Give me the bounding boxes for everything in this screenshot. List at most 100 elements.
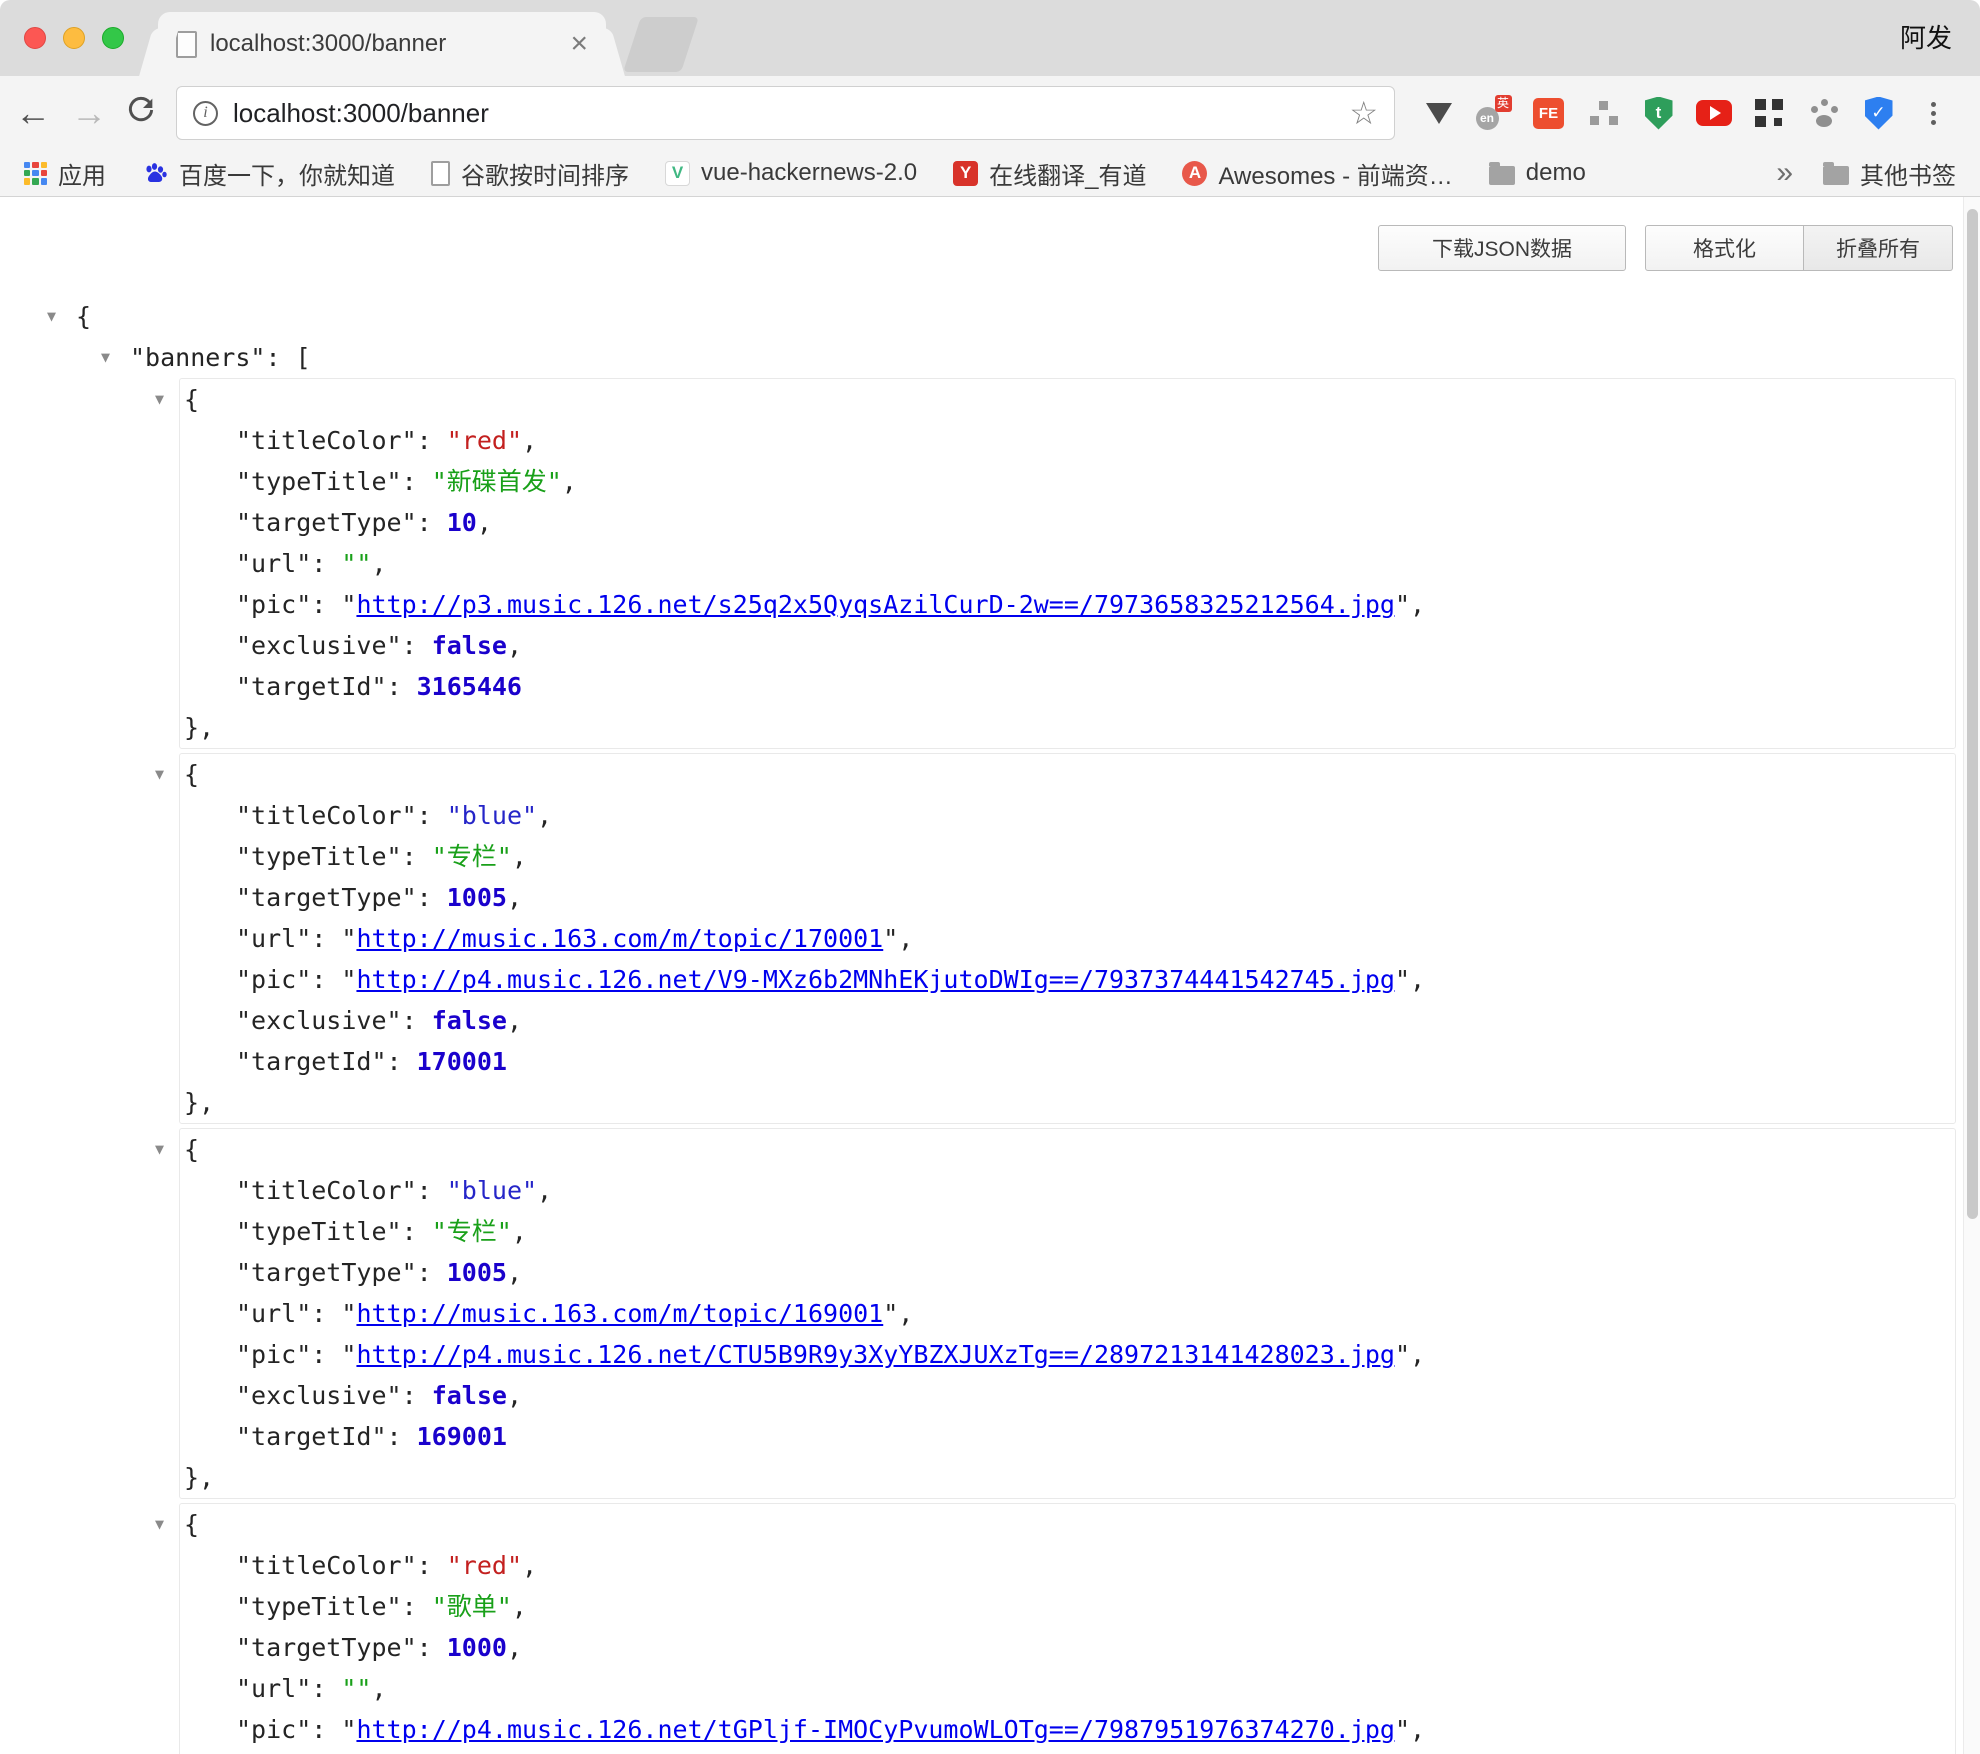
- json-key: "exclusive": [236, 1006, 402, 1035]
- json-punctuation: ": [1395, 590, 1410, 619]
- json-punctuation: :: [402, 467, 432, 496]
- json-punctuation: :: [311, 1715, 341, 1744]
- json-punctuation: :: [387, 672, 417, 701]
- navigation-toolbar: ← → i localhost:3000/banner ☆ en 英 FE t: [0, 76, 1980, 150]
- minimize-window-button[interactable]: [63, 27, 85, 49]
- json-value: 1005: [447, 883, 507, 912]
- dark-triangle-extension-icon[interactable]: [1411, 76, 1466, 150]
- download-json-button[interactable]: 下载JSON数据: [1378, 225, 1626, 271]
- back-button[interactable]: ←: [10, 95, 56, 131]
- collapse-toggle-icon[interactable]: ▼: [47, 296, 56, 337]
- json-line: "url": "",: [180, 543, 1955, 584]
- vertical-scrollbar[interactable]: [1963, 197, 1980, 1754]
- json-key: "pic": [236, 590, 311, 619]
- json-value: 10: [447, 508, 477, 537]
- reload-icon[interactable]: [118, 94, 164, 132]
- json-line: ▼{: [180, 1504, 1955, 1545]
- profile-name[interactable]: 阿发: [1900, 0, 1952, 76]
- bookmark-vue-hackernews[interactable]: V vue-hackernews-2.0: [665, 159, 917, 187]
- json-punctuation: ,: [1410, 1340, 1425, 1369]
- collapse-toggle-icon[interactable]: ▼: [155, 379, 164, 420]
- collapse-all-button[interactable]: 折叠所有: [1804, 225, 1953, 271]
- bookmark-baidu[interactable]: 百度一下，你就知道: [142, 156, 395, 191]
- url-text[interactable]: localhost:3000/banner: [233, 98, 1349, 129]
- json-punctuation: :: [387, 1047, 417, 1076]
- bookmark-apps[interactable]: 应用: [24, 156, 106, 191]
- json-punctuation: ": [1395, 965, 1410, 994]
- json-value: false: [432, 631, 507, 660]
- json-punctuation: :: [417, 426, 447, 455]
- json-line: "url": "http://music.163.com/m/topic/169…: [180, 1293, 1955, 1334]
- apps-grid-icon: [24, 162, 47, 185]
- json-url-link[interactable]: http://p3.music.126.net/s25q2x5QyqsAzilC…: [356, 590, 1395, 619]
- json-key: "typeTitle": [236, 1592, 402, 1621]
- json-punctuation: :: [311, 1674, 341, 1703]
- qrcode-extension-icon[interactable]: [1741, 76, 1796, 150]
- scrollbar-thumb[interactable]: [1967, 209, 1978, 1219]
- json-key: "titleColor": [236, 1176, 417, 1205]
- bookmark-awesomes[interactable]: A Awesomes - 前端资…: [1182, 156, 1452, 191]
- json-key: "url": [236, 1674, 311, 1703]
- youtube-extension-icon[interactable]: [1686, 76, 1741, 150]
- json-punctuation: ,: [522, 426, 537, 455]
- page-icon: [431, 161, 450, 186]
- forward-button[interactable]: →: [66, 95, 112, 131]
- json-punctuation: ,: [507, 883, 522, 912]
- collapse-toggle-icon[interactable]: ▼: [155, 754, 164, 795]
- json-value: "blue": [447, 1176, 537, 1205]
- page-info-icon[interactable]: i: [193, 101, 218, 126]
- bookmarks-overflow-chevron[interactable]: »: [1776, 156, 1793, 190]
- collapse-toggle-icon[interactable]: ▼: [155, 1129, 164, 1170]
- json-punctuation: :: [402, 1006, 432, 1035]
- json-punctuation: :: [311, 924, 341, 953]
- json-key: "targetId": [236, 672, 387, 701]
- paw-extension-icon[interactable]: [1796, 76, 1851, 150]
- other-bookmarks[interactable]: 其他书签: [1823, 156, 1956, 191]
- json-punctuation: ,: [371, 549, 386, 578]
- translate-extension-icon[interactable]: en 英: [1466, 76, 1521, 150]
- bookmark-google-sort[interactable]: 谷歌按时间排序: [431, 156, 629, 191]
- sitemap-extension-icon[interactable]: [1576, 76, 1631, 150]
- address-bar[interactable]: i localhost:3000/banner ☆: [176, 86, 1395, 140]
- tab-close-icon[interactable]: ×: [570, 29, 588, 59]
- json-punctuation: :: [311, 965, 341, 994]
- json-url-link[interactable]: http://music.163.com/m/topic/170001: [356, 924, 883, 953]
- zoom-window-button[interactable]: [102, 27, 124, 49]
- json-value: false: [432, 1006, 507, 1035]
- json-line: "titleColor": "blue",: [180, 1170, 1955, 1211]
- json-value: "": [341, 1674, 371, 1703]
- json-object-box: ▼{"titleColor": "red","typeTitle": "歌单",…: [179, 1503, 1956, 1754]
- bookmark-demo-folder[interactable]: demo: [1489, 159, 1586, 187]
- json-value: "专栏": [432, 842, 512, 871]
- json-url-link[interactable]: http://p4.music.126.net/tGPljf-IMOCyPvum…: [356, 1715, 1395, 1744]
- format-button[interactable]: 格式化: [1645, 225, 1804, 271]
- close-window-button[interactable]: [24, 27, 46, 49]
- browser-tab[interactable]: localhost:3000/banner ×: [158, 12, 606, 76]
- browser-menu-icon[interactable]: [1906, 76, 1961, 150]
- bookmark-youdao-translate[interactable]: Y 在线翻译_有道: [953, 156, 1146, 191]
- json-punctuation: :: [417, 508, 447, 537]
- new-tab-button[interactable]: [623, 17, 699, 72]
- json-key: "url": [236, 924, 311, 953]
- json-punctuation: {: [184, 1135, 199, 1164]
- json-url-link[interactable]: http://p4.music.126.net/CTU5B9R9y3XyYBZX…: [356, 1340, 1395, 1369]
- json-key: "targetType": [236, 883, 417, 912]
- json-key: "targetType": [236, 1258, 417, 1287]
- collapse-toggle-icon[interactable]: ▼: [155, 1504, 164, 1545]
- json-punctuation: ,: [512, 842, 527, 871]
- collapse-toggle-icon[interactable]: ▼: [101, 337, 110, 378]
- json-punctuation: ": [1395, 1715, 1410, 1744]
- bookmark-star-icon[interactable]: ☆: [1349, 97, 1378, 129]
- json-key: "targetId": [236, 1047, 387, 1076]
- json-punctuation: ,: [537, 801, 552, 830]
- folder-icon: [1489, 166, 1515, 185]
- green-shield-extension-icon[interactable]: t: [1631, 76, 1686, 150]
- json-url-link[interactable]: http://music.163.com/m/topic/169001: [356, 1299, 883, 1328]
- fehelper-extension-icon[interactable]: FE: [1521, 76, 1576, 150]
- json-punctuation: ,: [1410, 1715, 1425, 1744]
- json-punctuation: :: [402, 1217, 432, 1246]
- json-key: "titleColor": [236, 1551, 417, 1580]
- blue-shield-extension-icon[interactable]: ✓: [1851, 76, 1906, 150]
- json-url-link[interactable]: http://p4.music.126.net/V9-MXz6b2MNhEKju…: [356, 965, 1395, 994]
- json-punctuation: ": [341, 590, 356, 619]
